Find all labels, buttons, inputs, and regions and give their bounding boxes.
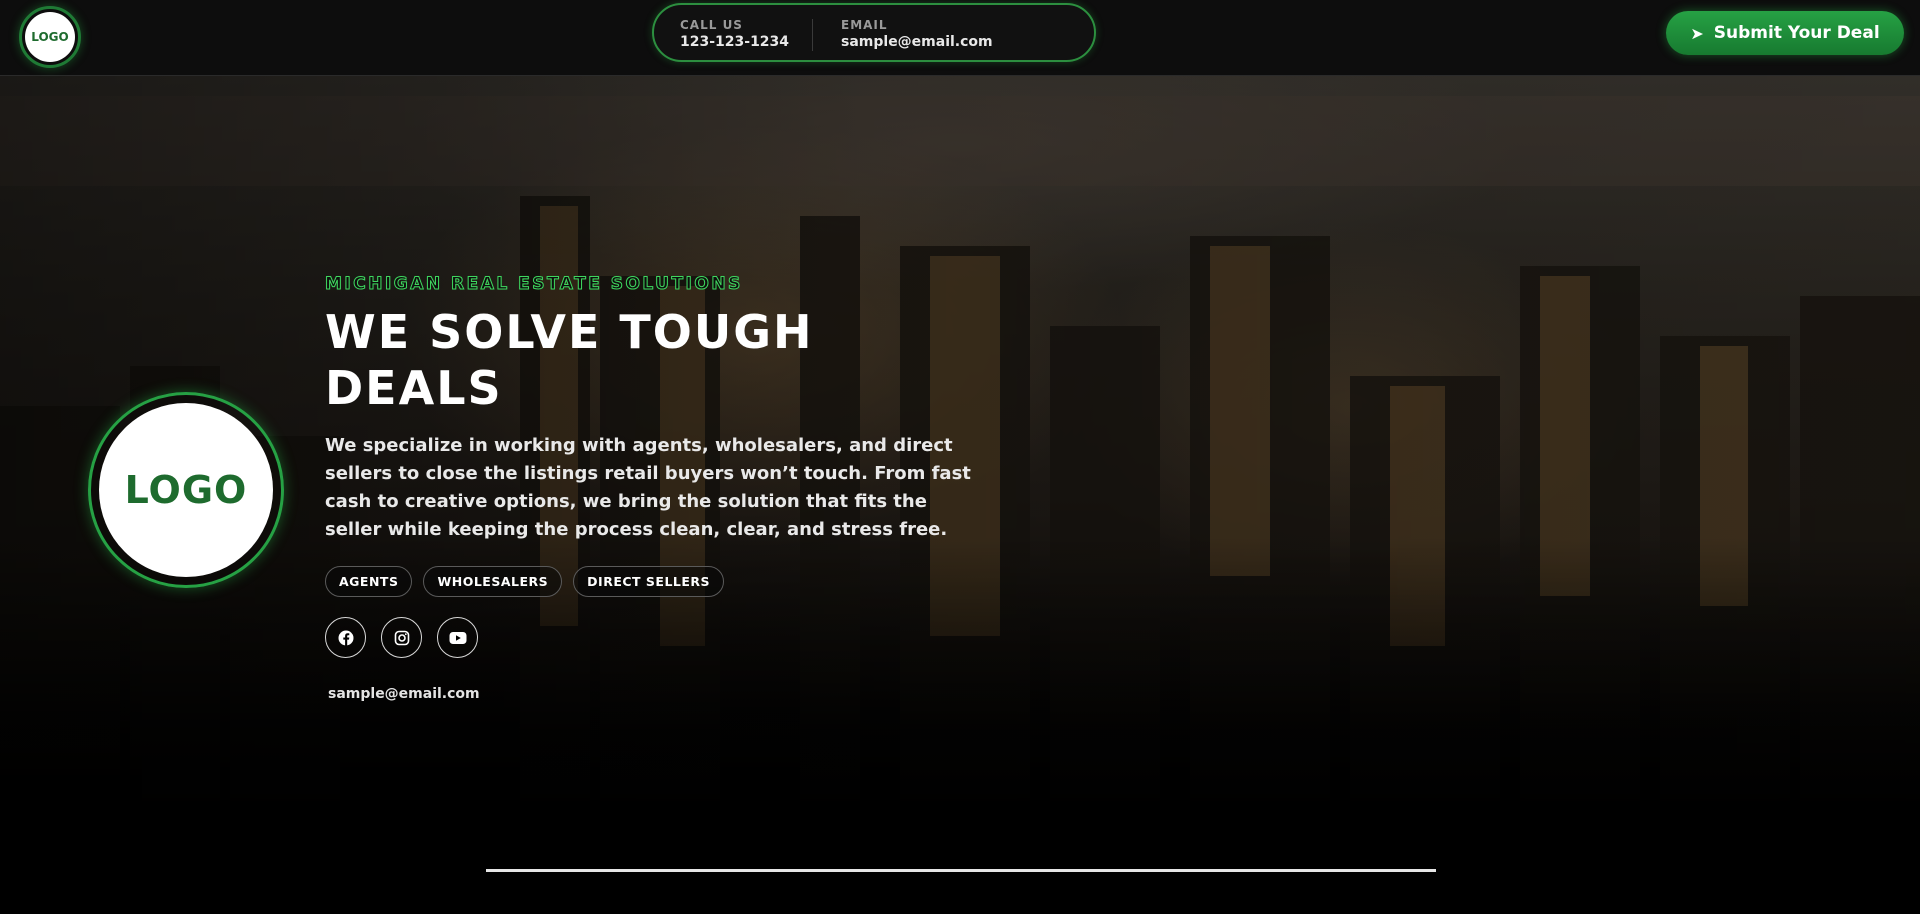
facebook-icon (338, 630, 353, 645)
hero-eyebrow: MICHIGAN REAL ESTATE SOLUTIONS (325, 274, 743, 295)
tag-agents: AGENTS (325, 566, 413, 597)
contact-info-pill: CALL US 123-123-1234 EMAIL sample@email.… (652, 3, 1096, 62)
phone-value[interactable]: 123-123-1234 (680, 34, 789, 50)
email-value[interactable]: sample@email.com (841, 34, 993, 50)
site-header: LOGO CALL US 123-123-1234 EMAIL sample@e… (0, 0, 1920, 76)
phone-contact[interactable]: CALL US 123-123-1234 (680, 18, 789, 50)
contact-divider (812, 19, 813, 51)
hero-logo: LOGO (88, 392, 284, 588)
submit-deal-button[interactable]: ➤ Submit Your Deal (1666, 11, 1904, 55)
youtube-link[interactable] (437, 617, 478, 658)
page: LOGO CALL US 123-123-1234 EMAIL sample@e… (0, 0, 1920, 914)
send-arrow-icon: ➤ (1690, 23, 1704, 43)
email-label: EMAIL (841, 18, 888, 32)
instagram-icon (394, 630, 409, 645)
hero-email-link[interactable]: sample@email.com (328, 686, 480, 702)
submit-deal-label: Submit Your Deal (1713, 23, 1880, 43)
hero-headline: WE SOLVE TOUGH DEALS (325, 305, 814, 415)
phone-label: CALL US (680, 18, 743, 32)
hero-description: We specialize in working with agents, wh… (325, 435, 971, 540)
tag-direct-sellers: DIRECT SELLERS (573, 566, 725, 597)
header-logo[interactable]: LOGO (19, 6, 81, 68)
email-contact[interactable]: EMAIL sample@email.com (841, 18, 993, 50)
header-logo-text: LOGO (25, 12, 75, 62)
section-divider-line (486, 869, 1436, 872)
hero-logo-text: LOGO (99, 403, 273, 577)
audience-tags: AGENTS WHOLESALERS DIRECT SELLERS (325, 566, 725, 597)
facebook-link[interactable] (325, 617, 366, 658)
instagram-link[interactable] (381, 617, 422, 658)
youtube-icon (449, 631, 466, 644)
tag-wholesalers: WHOLESALERS (423, 566, 563, 597)
social-links (325, 617, 478, 658)
